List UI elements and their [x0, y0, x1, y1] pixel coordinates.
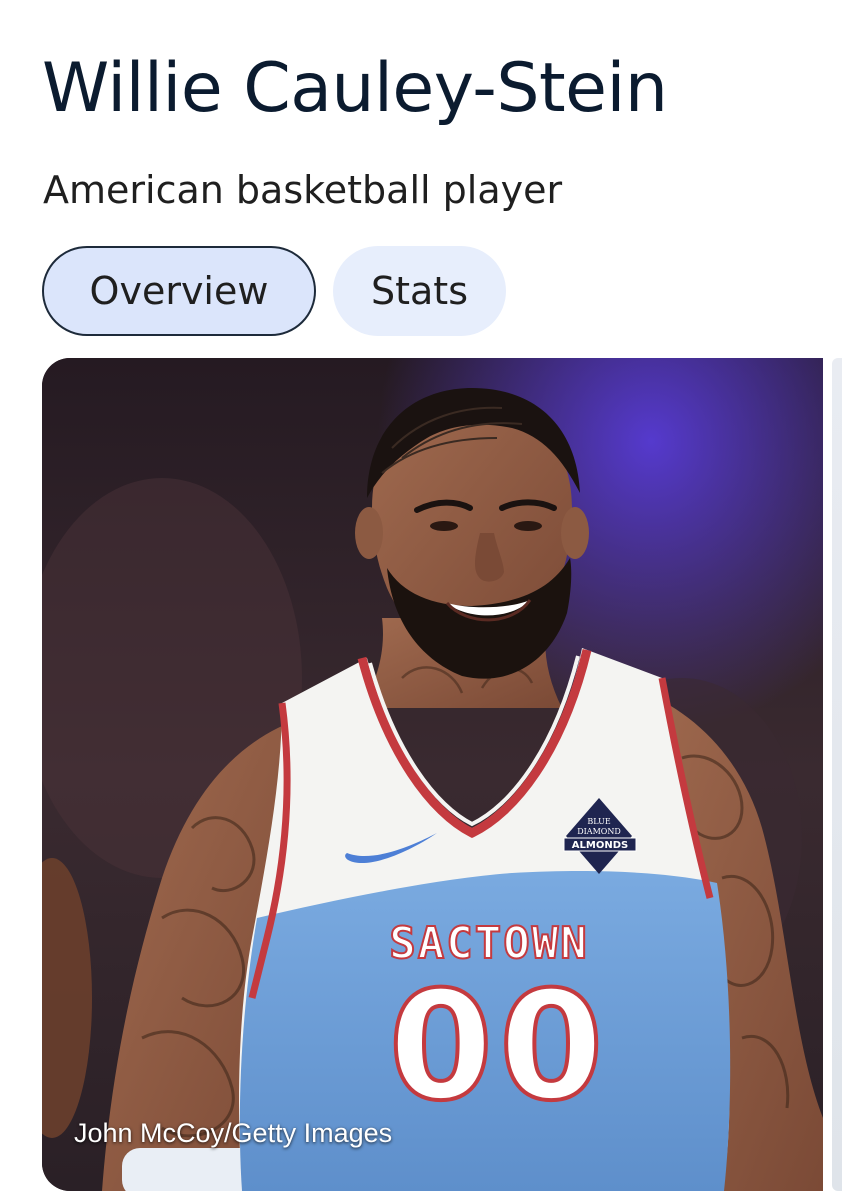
sponsor-patch-line3: ALMONDS [572, 840, 628, 851]
sponsor-patch-line1: BLUE [587, 817, 610, 826]
tab-stats[interactable]: Stats [333, 246, 506, 336]
knowledge-panel: Willie Cauley-Stein American basketball … [0, 0, 842, 1200]
next-image-peek[interactable] [832, 358, 842, 1191]
tab-overview[interactable]: Overview [42, 246, 316, 336]
player-photo[interactable]: BLUE DIAMOND ALMONDS SACTOWN 00 John McC… [42, 358, 823, 1191]
page-title: Willie Cauley-Stein [42, 49, 668, 128]
tab-bar: Overview Stats [42, 246, 506, 336]
jersey-number: 00 [389, 960, 610, 1134]
page-subtitle: American basketball player [43, 168, 563, 212]
sponsor-patch-line2: DIAMOND [577, 827, 621, 836]
player-photo-illustration: BLUE DIAMOND ALMONDS SACTOWN 00 [42, 358, 823, 1191]
image-credit: John McCoy/Getty Images [74, 1118, 393, 1148]
